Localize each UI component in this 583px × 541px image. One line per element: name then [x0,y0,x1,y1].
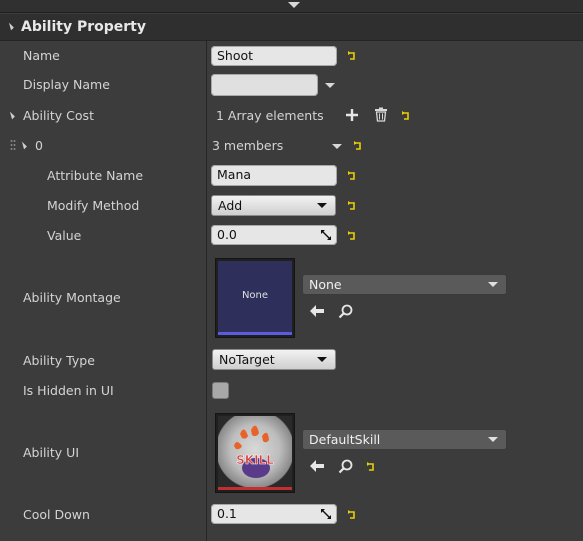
reset-to-default-icon[interactable] [366,462,376,472]
section-title: Ability Property [21,19,146,35]
montage-thumbnail[interactable]: None [215,258,295,338]
resize-drag-icon[interactable] [320,508,332,520]
label-is-hidden: Is Hidden in UI [23,383,114,398]
expand-triangle-icon[interactable] [7,111,15,120]
reset-to-default-icon[interactable] [401,111,411,121]
label-ability-ui: Ability UI [23,445,80,460]
label-cool-down: Cool Down [23,507,90,522]
arrow-left-icon[interactable] [309,304,325,320]
resize-drag-icon[interactable] [320,229,332,241]
is-hidden-checkbox[interactable] [212,382,229,399]
value-number-text: 0.0 [217,227,237,242]
row-is-hidden: Is Hidden in UI [0,376,583,406]
row-value: Value 0.0 [0,221,583,251]
label-attribute-name: Attribute Name [47,168,144,183]
element-0-summary: 3 members [212,138,284,153]
row-ability-type: Ability Type NoTarget [0,346,583,376]
row-ability-ui: Ability UI SKILL DefaultSkill [0,406,583,501]
chevron-down-icon [317,203,327,208]
reset-to-default-icon[interactable] [347,201,357,211]
collapse-arrow-icon[interactable] [288,2,300,8]
top-collapse-bar[interactable] [0,0,583,13]
row-display-name: Display Name [0,71,583,101]
name-field[interactable]: Shoot [211,46,337,66]
ability-ui-asset-color-bar [218,487,292,490]
reset-to-default-icon[interactable] [347,51,357,61]
magnifier-icon[interactable] [338,459,354,475]
expand-triangle-icon[interactable] [6,22,14,31]
cool-down-number-text: 0.1 [217,506,237,521]
label-element-0: 0 [35,138,43,153]
reset-to-default-icon[interactable] [347,231,357,241]
label-value: Value [47,228,82,243]
plus-icon[interactable] [345,108,361,124]
magnifier-icon[interactable] [338,304,354,320]
row-modify-method: Modify Method Add [0,191,583,221]
chevron-down-icon [317,357,327,362]
reset-to-default-icon[interactable] [353,141,363,151]
attribute-name-field[interactable]: Mana [211,165,337,186]
reset-to-default-icon[interactable] [347,171,357,181]
arrow-left-icon[interactable] [309,459,325,475]
drag-handle-icon[interactable] [10,139,16,153]
reset-to-default-icon[interactable] [347,510,357,520]
expand-triangle-icon[interactable] [19,141,27,150]
label-ability-type: Ability Type [23,353,95,368]
element-0-dropdown-icon[interactable] [332,144,342,149]
modify-method-dropdown[interactable]: Add [211,195,336,216]
row-ability-montage: Ability Montage None None [0,251,583,346]
row-element-0: 0 3 members [0,131,583,161]
label-name: Name [23,48,60,63]
ability-ui-thumbnail-text: SKILL [236,453,274,467]
ability-type-dropdown[interactable]: NoTarget [212,349,336,370]
row-ability-cost: Ability Cost 1 Array elements [0,101,583,131]
chevron-down-icon [488,282,498,287]
section-header[interactable]: Ability Property [0,14,583,41]
montage-thumbnail-text: None [241,290,269,301]
montage-asset-color-bar [218,332,292,335]
montage-asset-dropdown[interactable]: None [302,274,507,295]
label-modify-method: Modify Method [47,198,140,213]
chevron-down-icon [488,437,498,442]
row-cool-down: Cool Down 0.1 [0,501,583,531]
paw-logo-icon: SKILL [234,425,274,478]
cool-down-number-field[interactable]: 0.1 [211,504,337,524]
display-name-field[interactable] [211,74,318,96]
row-attribute-name: Attribute Name Mana [0,161,583,191]
label-display-name: Display Name [23,77,110,92]
ability-cost-summary: 1 Array elements [216,108,324,123]
value-number-field[interactable]: 0.0 [211,225,337,245]
ability-ui-asset-value: DefaultSkill [309,432,381,447]
trash-icon[interactable] [374,107,390,123]
display-name-dropdown-icon[interactable] [325,83,335,88]
ability-ui-asset-dropdown[interactable]: DefaultSkill [302,429,507,450]
montage-asset-value: None [309,277,342,292]
label-ability-cost: Ability Cost [23,108,94,123]
ability-type-value: NoTarget [219,352,275,367]
label-ability-montage: Ability Montage [23,290,121,305]
row-name: Name Shoot [0,43,583,71]
ability-ui-thumbnail-image: SKILL [218,416,292,490]
ability-ui-thumbnail[interactable]: SKILL [215,413,295,493]
modify-method-value: Add [218,198,243,213]
